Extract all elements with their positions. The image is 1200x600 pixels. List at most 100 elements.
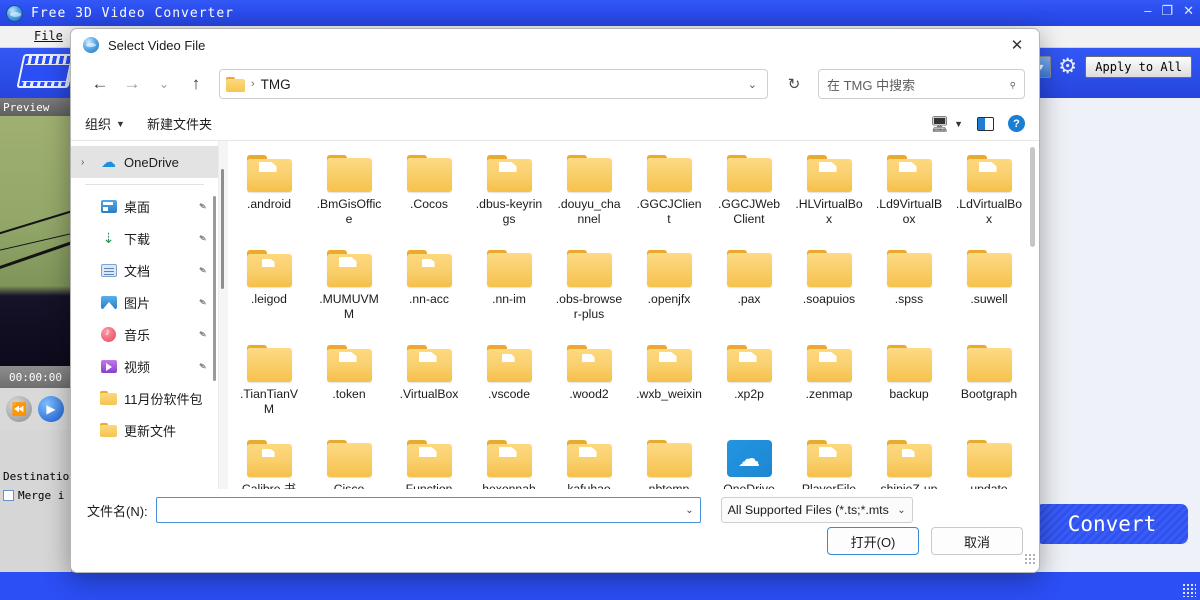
close-icon[interactable]: ✕	[1183, 4, 1194, 17]
view-options-button[interactable]: 🖥 ▼	[930, 115, 963, 133]
file-item[interactable]: backup	[869, 339, 949, 434]
new-folder-button[interactable]: 新建文件夹	[147, 114, 212, 133]
maximize-icon[interactable]: ❐	[1161, 4, 1173, 17]
gear-icon[interactable]	[1058, 57, 1078, 77]
back-button[interactable]: ←	[85, 69, 115, 99]
up-button[interactable]: ↑	[181, 69, 211, 99]
folder-icon	[100, 422, 117, 439]
open-button[interactable]: 打开(O)	[827, 527, 919, 555]
file-item[interactable]: shinieZ-up	[869, 434, 949, 489]
sidebar-item-videos[interactable]: 视频 ✒	[71, 350, 218, 382]
filename-input[interactable]: ⌄	[156, 497, 701, 523]
dialog-resize-grip[interactable]	[1024, 553, 1036, 565]
sidebar-item-music[interactable]: 音乐 ✒	[71, 318, 218, 350]
file-item[interactable]: .Ld9VirtualBox	[869, 149, 949, 244]
file-item[interactable]: .dbus-keyrings	[469, 149, 549, 244]
file-item[interactable]: .nn-im	[469, 244, 549, 339]
file-item[interactable]: .zenmap	[789, 339, 869, 434]
sidebar-item-documents[interactable]: 文档 ✒	[71, 254, 218, 286]
file-item[interactable]: nbtemp	[629, 434, 709, 489]
address-bar[interactable]: › TMG ⌄	[219, 69, 768, 99]
apply-to-all-button[interactable]: Apply to All	[1085, 56, 1192, 78]
file-scrollbar[interactable]	[1029, 147, 1037, 483]
organize-button[interactable]: 组织 ▼	[85, 114, 125, 133]
file-scrollbar-thumb[interactable]	[1030, 147, 1035, 247]
menu-file[interactable]: File	[34, 29, 63, 43]
file-area-left-thumb[interactable]	[221, 169, 224, 289]
file-item[interactable]: PlayerFile	[789, 434, 869, 489]
file-item[interactable]: .pax	[709, 244, 789, 339]
file-item[interactable]: .douyu_channel	[549, 149, 629, 244]
breadcrumb-separator: ›	[251, 78, 255, 90]
file-item[interactable]: .TianTianVM	[229, 339, 309, 434]
play-icon[interactable]: ▶	[38, 396, 64, 422]
file-item[interactable]: Cisco	[309, 434, 389, 489]
file-item[interactable]: .openjfx	[629, 244, 709, 339]
sidebar-item-november-packages[interactable]: 11月份软件包	[71, 382, 218, 414]
forward-button[interactable]: →	[117, 69, 147, 99]
file-item[interactable]: .android	[229, 149, 309, 244]
chevron-right-icon[interactable]: ›	[81, 157, 93, 168]
file-item[interactable]: .MUMUVMM	[309, 244, 389, 339]
file-item[interactable]: .wood2	[549, 339, 629, 434]
file-item[interactable]: .suwell	[949, 244, 1029, 339]
recent-locations-button[interactable]: ⌄	[149, 69, 179, 99]
chevron-down-icon[interactable]: ⌄	[748, 78, 761, 91]
search-input[interactable]: 在 TMG 中搜索	[827, 75, 1009, 94]
file-item[interactable]: .Cocos	[389, 149, 469, 244]
file-item[interactable]: .xp2p	[709, 339, 789, 434]
rewind-icon[interactable]: ⏪	[6, 396, 32, 422]
file-item[interactable]: .HLVirtualBox	[789, 149, 869, 244]
file-item[interactable]: Bootgraph	[949, 339, 1029, 434]
file-item[interactable]: .LdVirtualBox	[949, 149, 1029, 244]
sidebar-item-desktop[interactable]: 桌面 ✒	[71, 190, 218, 222]
help-icon[interactable]: ?	[1008, 115, 1025, 132]
file-item-label: Cisco	[315, 482, 383, 489]
file-item[interactable]: .GGCJWebClient	[709, 149, 789, 244]
file-item[interactable]: .token	[309, 339, 389, 434]
pin-icon[interactable]: ✒	[195, 294, 210, 310]
file-item[interactable]: OneDrive	[709, 434, 789, 489]
file-item[interactable]: .spss	[869, 244, 949, 339]
file-item[interactable]: .BmGisOffice	[309, 149, 389, 244]
sidebar-item-onedrive[interactable]: › ☁ OneDrive	[71, 146, 218, 178]
pin-icon[interactable]: ✒	[195, 230, 210, 246]
file-type-filter-select[interactable]: All Supported Files (*.ts;*.mts ⌄	[721, 497, 913, 523]
file-item[interactable]: kafuhao	[549, 434, 629, 489]
merge-checkbox-row[interactable]: Merge i	[0, 489, 71, 502]
convert-button[interactable]: Convert	[1036, 504, 1188, 544]
minimize-icon[interactable]: –	[1144, 4, 1151, 17]
file-item[interactable]: .wxb_weixin	[629, 339, 709, 434]
file-item[interactable]: .VirtualBox	[389, 339, 469, 434]
pin-icon[interactable]: ✒	[195, 358, 210, 374]
sidebar-item-pictures[interactable]: 图片 ✒	[71, 286, 218, 318]
file-item[interactable]: .obs-browser-plus	[549, 244, 629, 339]
pin-icon[interactable]: ✒	[195, 326, 210, 342]
file-item[interactable]: .GGCJClient	[629, 149, 709, 244]
file-item[interactable]: .soapuios	[789, 244, 869, 339]
resize-grip[interactable]	[1182, 583, 1196, 597]
refresh-button[interactable]: ↻	[780, 70, 808, 98]
file-item[interactable]: Calibre 书	[229, 434, 309, 489]
merge-checkbox[interactable]	[3, 490, 14, 501]
sidebar-scrollbar[interactable]	[213, 196, 216, 381]
pin-icon[interactable]: ✒	[195, 198, 210, 214]
dialog-close-button[interactable]: ✕	[995, 29, 1039, 61]
search-box[interactable]: 在 TMG 中搜索 ⌕	[818, 69, 1025, 99]
file-item[interactable]: .vscode	[469, 339, 549, 434]
preview-pane-icon[interactable]	[977, 117, 994, 131]
folder-icon	[407, 155, 452, 192]
file-item[interactable]: update	[949, 434, 1029, 489]
file-item[interactable]: .leigod	[229, 244, 309, 339]
file-item[interactable]: Function	[389, 434, 469, 489]
cancel-button[interactable]: 取消	[931, 527, 1023, 555]
chevron-down-icon[interactable]: ⌄	[685, 505, 693, 516]
file-item[interactable]: hexonnah	[469, 434, 549, 489]
breadcrumb-path[interactable]: TMG	[261, 77, 291, 92]
sidebar-item-update-files[interactable]: 更新文件	[71, 414, 218, 446]
file-browser-area[interactable]: .android.BmGisOffice.Cocos.dbus-keyrings…	[219, 141, 1039, 489]
sidebar-item-downloads[interactable]: ⇣ 下载 ✒	[71, 222, 218, 254]
pin-icon[interactable]: ✒	[195, 262, 210, 278]
pictures-icon	[100, 294, 117, 311]
file-item[interactable]: .nn-acc	[389, 244, 469, 339]
